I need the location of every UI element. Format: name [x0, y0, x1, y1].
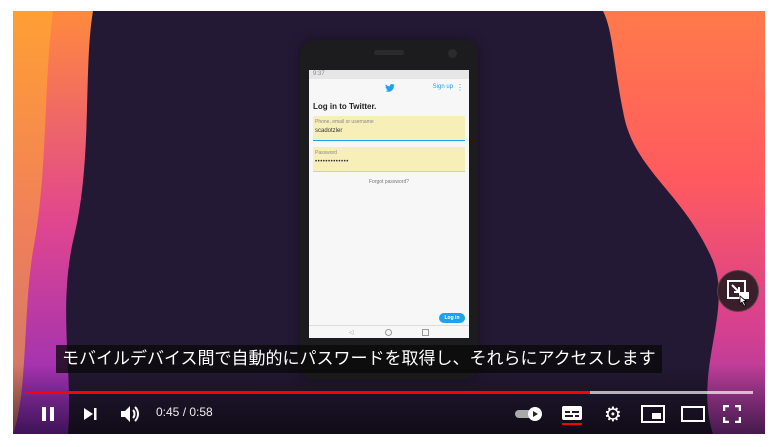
- pause-icon: [42, 407, 54, 421]
- settings-button[interactable]: ⚙: [599, 401, 627, 427]
- twitter-bird-icon: [385, 84, 395, 92]
- phone-speaker: [374, 50, 404, 55]
- miniplayer-expand-icon: [727, 280, 749, 307]
- mute-button[interactable]: [116, 401, 144, 427]
- progress-played: [25, 391, 590, 394]
- phone-camera: [448, 49, 457, 58]
- volume-icon: [121, 406, 139, 422]
- current-time: 0:45: [156, 405, 180, 419]
- theater-mode-button[interactable]: [678, 401, 708, 427]
- password-value: •••••••••••••: [315, 159, 349, 165]
- username-field: Phone, email or username scadotzler: [313, 116, 465, 141]
- overflow-menu-icon: ⋮: [456, 83, 464, 92]
- expand-miniplayer-button[interactable]: [717, 270, 759, 312]
- next-button[interactable]: [77, 401, 103, 427]
- miniplayer-button[interactable]: [638, 401, 668, 427]
- forgot-password-link: Forgot password?: [368, 179, 410, 185]
- video-player[interactable]: 9:37 Sign up ⋮ Log in to Twitter. Phone,…: [13, 11, 765, 434]
- back-icon: ◁: [349, 329, 354, 336]
- username-label: Phone, email or username: [315, 119, 374, 125]
- theater-mode-icon: [681, 406, 705, 422]
- phone-status-time: 9:37: [309, 70, 469, 79]
- play-pause-button[interactable]: [35, 401, 61, 427]
- login-title: Log in to Twitter.: [313, 102, 377, 111]
- gear-icon: ⚙: [604, 402, 622, 426]
- recents-icon: [422, 329, 429, 336]
- username-value: scadotzler: [315, 128, 343, 134]
- autoplay-toggle[interactable]: [513, 401, 545, 427]
- progress-bar[interactable]: [25, 391, 753, 394]
- autoplay-toggle-icon: [515, 407, 542, 421]
- phone-login-button: Log in: [439, 313, 465, 323]
- twitter-appbar: Sign up ⋮: [309, 79, 469, 99]
- next-icon: [84, 408, 97, 420]
- time-separator: /: [179, 405, 190, 419]
- fullscreen-button[interactable]: [718, 401, 746, 427]
- phone-screen: 9:37 Sign up ⋮ Log in to Twitter. Phone,…: [309, 70, 469, 338]
- miniplayer-icon: [641, 405, 665, 423]
- subtitles-button[interactable]: [558, 401, 586, 427]
- duration: 0:58: [189, 405, 213, 419]
- signup-link: Sign up: [432, 84, 453, 90]
- password-field: Password •••••••••••••: [313, 147, 465, 172]
- password-label: Password: [315, 150, 337, 156]
- fullscreen-icon: [723, 405, 741, 423]
- phone-navbar: ◁: [309, 325, 469, 338]
- phone-mockup: 9:37 Sign up ⋮ Log in to Twitter. Phone,…: [300, 40, 478, 380]
- home-icon: [385, 329, 392, 336]
- time-display: 0:45 / 0:58: [156, 405, 213, 419]
- subtitles-icon: [562, 406, 582, 425]
